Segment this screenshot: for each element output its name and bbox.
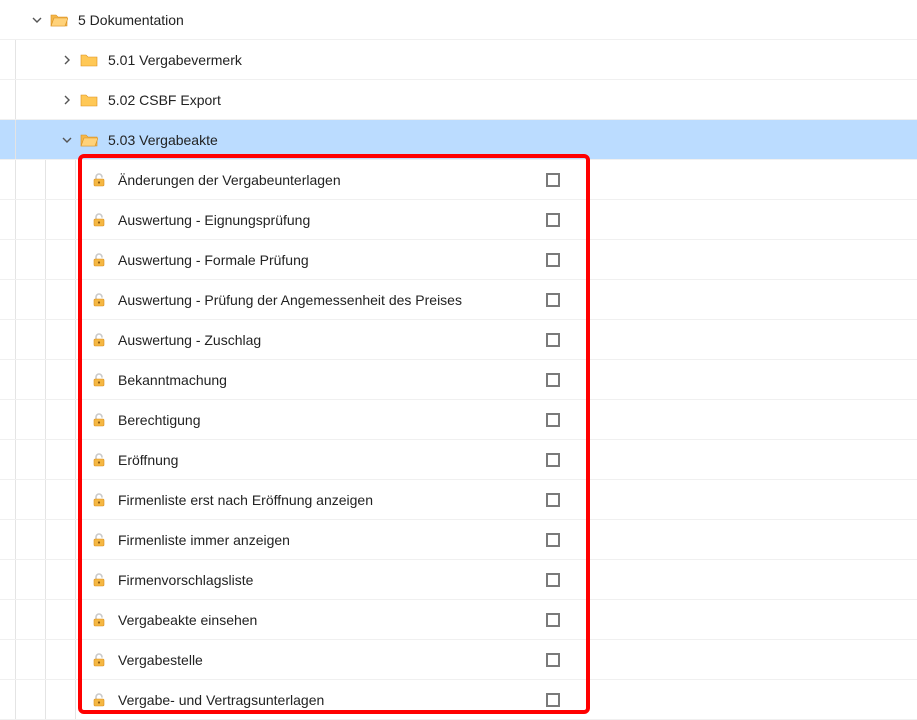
lock-open-icon [90, 331, 108, 349]
tree-leaf-row[interactable]: Berechtigung [0, 400, 917, 440]
tree-leaf-row[interactable]: Firmenliste immer anzeigen [0, 520, 917, 560]
tree-leaf-label: Firmenliste erst nach Eröffnung anzeigen [118, 492, 373, 508]
tree-leaf-label: Firmenvorschlagsliste [118, 572, 332, 588]
lock-open-icon [90, 491, 108, 509]
lock-open-icon [90, 571, 108, 589]
permission-checkbox[interactable] [546, 693, 560, 707]
permission-checkbox[interactable] [546, 573, 560, 587]
tree-label: 5.03 Vergabeakte [108, 132, 917, 148]
tree-leaf-label: Auswertung - Eignungsprüfung [118, 212, 332, 228]
chevron-right-icon[interactable] [60, 53, 74, 67]
tree-leaf-label: Vergabestelle [118, 652, 332, 668]
tree-leaf-row[interactable]: Auswertung - Zuschlag [0, 320, 917, 360]
folder-open-icon [80, 131, 98, 149]
tree-row-child[interactable]: 5.01 Vergabevermerk [0, 40, 917, 80]
tree-leaf-row[interactable]: Vergabestelle [0, 640, 917, 680]
tree-row-child[interactable]: 5.02 CSBF Export [0, 80, 917, 120]
lock-open-icon [90, 451, 108, 469]
tree-leaf-row[interactable]: Vergabeakte einsehen [0, 600, 917, 640]
tree-row-child-selected[interactable]: 5.03 Vergabeakte [0, 120, 917, 160]
lock-open-icon [90, 611, 108, 629]
folder-open-icon [50, 11, 68, 29]
tree-leaf-row[interactable]: Auswertung - Formale Prüfung [0, 240, 917, 280]
vergabeakte-items-container: Änderungen der Vergabeunterlagen Auswert… [0, 160, 917, 720]
tree-label: 5.02 CSBF Export [108, 92, 917, 108]
chevron-right-icon[interactable] [60, 93, 74, 107]
permission-checkbox[interactable] [546, 173, 560, 187]
tree-leaf-row[interactable]: Firmenliste erst nach Eröffnung anzeigen [0, 480, 917, 520]
lock-open-icon [90, 291, 108, 309]
permission-checkbox[interactable] [546, 453, 560, 467]
tree-leaf-label: Auswertung - Zuschlag [118, 332, 332, 348]
permission-checkbox[interactable] [546, 493, 560, 507]
lock-open-icon [90, 251, 108, 269]
chevron-down-icon[interactable] [60, 133, 74, 147]
tree-leaf-row[interactable]: Eröffnung [0, 440, 917, 480]
tree-leaf-row[interactable]: Auswertung - Eignungsprüfung [0, 200, 917, 240]
permission-checkbox[interactable] [546, 253, 560, 267]
permission-checkbox[interactable] [546, 613, 560, 627]
tree-leaf-row[interactable]: Auswertung - Prüfung der Angemessenheit … [0, 280, 917, 320]
permission-checkbox[interactable] [546, 213, 560, 227]
tree-leaf-row[interactable]: Firmenvorschlagsliste [0, 560, 917, 600]
tree-leaf-label: Berechtigung [118, 412, 332, 428]
lock-open-icon [90, 531, 108, 549]
tree-leaf-label: Auswertung - Prüfung der Angemessenheit … [118, 292, 462, 308]
permission-checkbox[interactable] [546, 333, 560, 347]
tree-leaf-row[interactable]: Bekanntmachung [0, 360, 917, 400]
permission-checkbox[interactable] [546, 533, 560, 547]
chevron-down-icon[interactable] [30, 13, 44, 27]
permission-checkbox[interactable] [546, 373, 560, 387]
tree-leaf-row[interactable]: Änderungen der Vergabeunterlagen [0, 160, 917, 200]
lock-open-icon [90, 171, 108, 189]
folder-icon [80, 91, 98, 109]
tree-container: 5 Dokumentation 5.01 Vergabevermerk 5.02… [0, 0, 917, 720]
tree-label: 5.01 Vergabevermerk [108, 52, 917, 68]
lock-open-icon [90, 211, 108, 229]
tree-leaf-label: Auswertung - Formale Prüfung [118, 252, 332, 268]
tree-row-root[interactable]: 5 Dokumentation [0, 0, 917, 40]
tree-leaf-label: Vergabeakte einsehen [118, 612, 332, 628]
lock-open-icon [90, 691, 108, 709]
lock-open-icon [90, 411, 108, 429]
lock-open-icon [90, 371, 108, 389]
permission-checkbox[interactable] [546, 653, 560, 667]
folder-icon [80, 51, 98, 69]
tree-leaf-label: Bekanntmachung [118, 372, 332, 388]
tree-leaf-label: Eröffnung [118, 452, 332, 468]
tree-leaf-label: Vergabe- und Vertragsunterlagen [118, 692, 332, 708]
lock-open-icon [90, 651, 108, 669]
tree-leaf-row[interactable]: Vergabe- und Vertragsunterlagen [0, 680, 917, 720]
tree-leaf-label: Änderungen der Vergabeunterlagen [118, 172, 341, 188]
tree-leaf-label: Firmenliste immer anzeigen [118, 532, 332, 548]
permission-checkbox[interactable] [546, 413, 560, 427]
tree-label: 5 Dokumentation [78, 12, 917, 28]
permission-checkbox[interactable] [546, 293, 560, 307]
